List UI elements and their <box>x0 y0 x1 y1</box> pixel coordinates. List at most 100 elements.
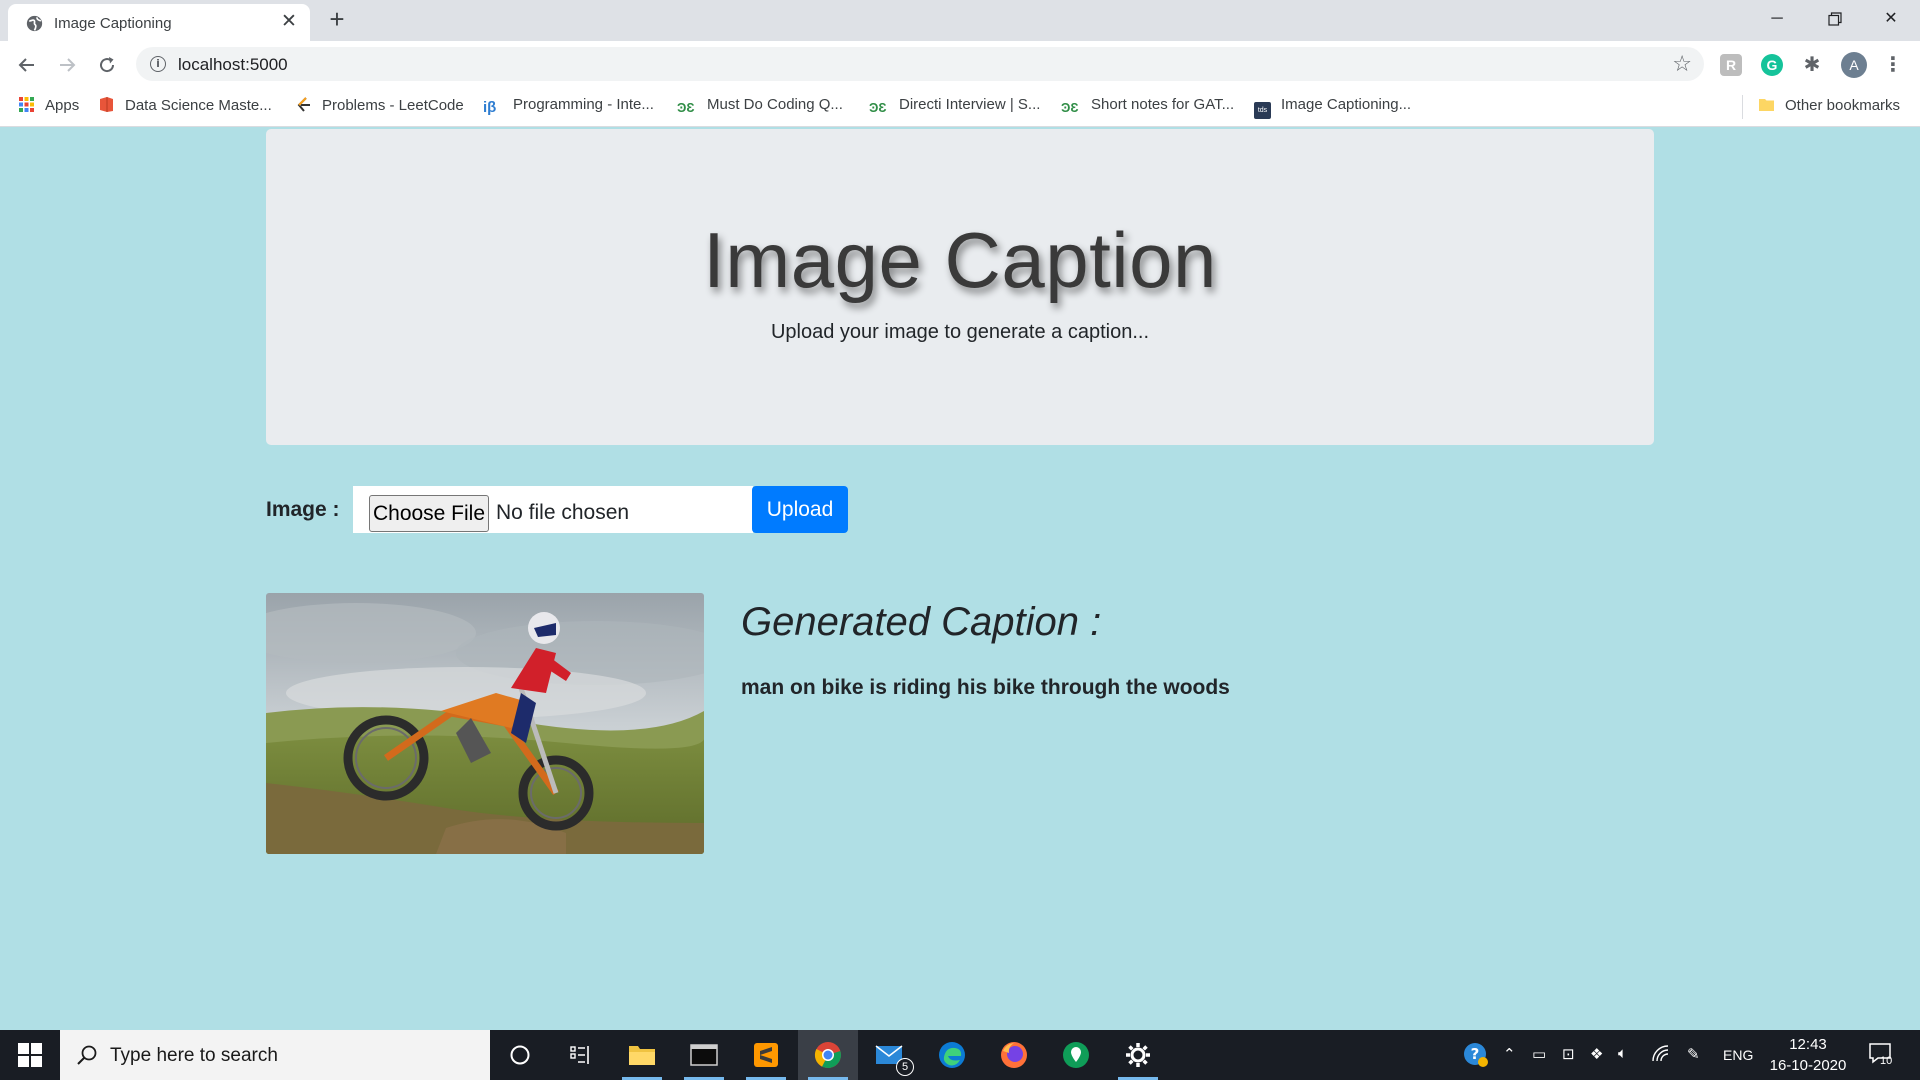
bookmark-separator <box>1742 95 1743 119</box>
forward-arrow-icon <box>60 58 76 72</box>
file-status-text: No file chosen <box>496 501 630 524</box>
svg-text:?: ? <box>1471 1045 1480 1063</box>
close-window-button[interactable]: ✕ <box>1862 0 1920 38</box>
tab-strip: Image Captioning ✕ + ─ ✕ <box>0 0 1920 41</box>
tds-icon: tds <box>1254 102 1271 119</box>
folder-icon <box>1759 99 1774 111</box>
bookmark-label: Problems - LeetCode <box>322 97 464 114</box>
interviewbit-icon: iβ <box>483 99 497 116</box>
page-title: Image Caption <box>703 216 1217 304</box>
edge-app[interactable] <box>922 1030 982 1080</box>
terminal-app[interactable] <box>674 1030 734 1080</box>
reload-icon <box>100 57 115 73</box>
back-button[interactable] <box>12 50 42 80</box>
restore-icon <box>1828 12 1842 26</box>
bookmark-label: Directi Interview | S... <box>899 96 1041 113</box>
settings-app[interactable] <box>1108 1030 1168 1080</box>
bookmark-image-captioning[interactable]: tds Image Captioning... <box>1254 96 1412 119</box>
apps-grid-icon <box>19 97 34 112</box>
terminal-icon <box>690 1044 718 1066</box>
bookmark-leetcode[interactable]: Problems - LeetCode <box>295 96 464 118</box>
start-button[interactable] <box>0 1030 60 1080</box>
maps-app[interactable] <box>1046 1030 1106 1080</box>
sublime-text-icon <box>754 1043 778 1067</box>
bookmark-label: Short notes for GAT... <box>1091 96 1235 113</box>
page-subtitle: Upload your image to generate a caption.… <box>770 321 1150 343</box>
bookmark-must-do-coding[interactable]: ϿƐ Must Do Coding Q... <box>677 96 843 118</box>
bookmark-label: Apps <box>45 97 80 114</box>
bookmark-label: Must Do Coding Q... <box>707 96 843 113</box>
upload-button[interactable]: Upload <box>752 486 848 533</box>
folder-icon <box>629 1046 655 1065</box>
volume-icon[interactable]: 🔈︎ <box>1618 1045 1627 1062</box>
minimize-button[interactable]: ─ <box>1748 0 1806 38</box>
choose-file-button[interactable]: Choose File <box>369 495 489 532</box>
other-bookmarks-label: Other bookmarks <box>1785 97 1901 114</box>
edge-icon <box>939 1042 965 1068</box>
network-adapter-icon[interactable]: ⊡ <box>1562 1045 1575 1063</box>
book-icon <box>100 97 113 112</box>
extension-reader-icon[interactable]: R <box>1720 54 1742 76</box>
search-placeholder: Type here to search <box>110 1045 278 1066</box>
clock[interactable]: 12:43 16-10-2020 <box>1762 1034 1854 1076</box>
other-bookmarks[interactable]: Other bookmarks <box>1758 96 1900 118</box>
mail-app[interactable]: 5 <box>860 1030 920 1080</box>
sublime-text-app[interactable] <box>736 1030 796 1080</box>
forward-button[interactable] <box>52 50 82 80</box>
geeksforgeeks-icon: ϿƐ <box>869 100 887 115</box>
motorbike-photo <box>266 593 704 854</box>
gear-icon <box>1126 1043 1150 1067</box>
language-indicator[interactable]: ENG <box>1723 1047 1753 1063</box>
generated-caption: man on bike is riding his bike through t… <box>741 676 1230 699</box>
show-hidden-icons-icon[interactable]: ⌃ <box>1503 1045 1516 1063</box>
browser-tab[interactable]: Image Captioning ✕ <box>8 4 310 41</box>
bookmark-apps[interactable]: Apps <box>18 96 79 118</box>
bookmark-short-notes-gate[interactable]: ϿƐ Short notes for GAT... <box>1061 96 1234 118</box>
address-url[interactable]: localhost:5000 <box>178 55 288 75</box>
chrome-icon <box>814 1042 841 1069</box>
bookmark-label: Image Captioning... <box>1281 96 1412 113</box>
bookmark-label: Data Science Maste... <box>125 97 272 114</box>
uploaded-image <box>266 593 704 854</box>
back-arrow-icon <box>18 58 34 72</box>
task-view-button[interactable] <box>550 1030 610 1080</box>
bookmark-interviewbit[interactable]: iβ Programming - Inte... <box>483 96 654 118</box>
browser-toolbar: i localhost:5000 ☆ R G ✱ A ⋮ <box>0 41 1920 87</box>
globe-icon <box>26 15 43 32</box>
file-input[interactable]: Choose File No file chosen <box>353 486 753 533</box>
address-bar[interactable]: i localhost:5000 ☆ <box>136 47 1704 81</box>
help-icon[interactable]: ? <box>1463 1042 1489 1072</box>
grammarly-icon[interactable]: G <box>1761 54 1783 76</box>
chrome-app[interactable] <box>798 1030 858 1080</box>
geeksforgeeks-icon: ϿƐ <box>677 100 695 115</box>
wifi-icon[interactable] <box>1652 1045 1672 1067</box>
site-info-icon[interactable]: i <box>150 56 166 72</box>
close-tab-icon[interactable]: ✕ <box>279 12 299 32</box>
bookmarks-bar: Apps Data Science Maste... Problems - Le… <box>0 87 1920 127</box>
profile-avatar[interactable]: A <box>1841 52 1867 78</box>
taskbar-search-box[interactable]: Type here to search <box>60 1030 490 1080</box>
reload-button[interactable] <box>92 50 122 80</box>
cortana-circle-icon <box>510 1045 530 1065</box>
firefox-icon <box>1001 1042 1027 1068</box>
cortana-button[interactable] <box>490 1030 550 1080</box>
battery-icon[interactable]: ▭ <box>1532 1045 1546 1063</box>
restore-button[interactable] <box>1806 0 1864 38</box>
bookmark-star-icon[interactable]: ☆ <box>1672 51 1692 77</box>
caption-heading: Generated Caption : <box>741 600 1102 644</box>
tab-title: Image Captioning <box>54 15 172 32</box>
image-field-label: Image : <box>266 498 340 521</box>
bookmark-data-science[interactable]: Data Science Maste... <box>98 96 272 118</box>
pen-icon[interactable]: ✎ <box>1687 1045 1700 1063</box>
bookmark-directi-interview[interactable]: ϿƐ Directi Interview | S... <box>869 96 1040 118</box>
leetcode-icon <box>297 97 310 112</box>
extensions-puzzle-icon[interactable]: ✱ <box>1801 54 1823 76</box>
file-explorer-app[interactable] <box>612 1030 672 1080</box>
new-tab-button[interactable]: + <box>324 6 350 32</box>
windows-taskbar: Type here to search 5 ? ⌃ ▭ ⊡ ❖ 🔈︎ ✎ ENG… <box>0 1030 1920 1080</box>
firefox-app[interactable] <box>984 1030 1044 1080</box>
browser-menu-icon[interactable]: ⋮ <box>1882 54 1904 76</box>
dropbox-icon[interactable]: ❖ <box>1590 1045 1603 1063</box>
search-icon <box>77 1045 97 1065</box>
header-jumbotron: Image Caption Upload your image to gener… <box>266 129 1654 445</box>
